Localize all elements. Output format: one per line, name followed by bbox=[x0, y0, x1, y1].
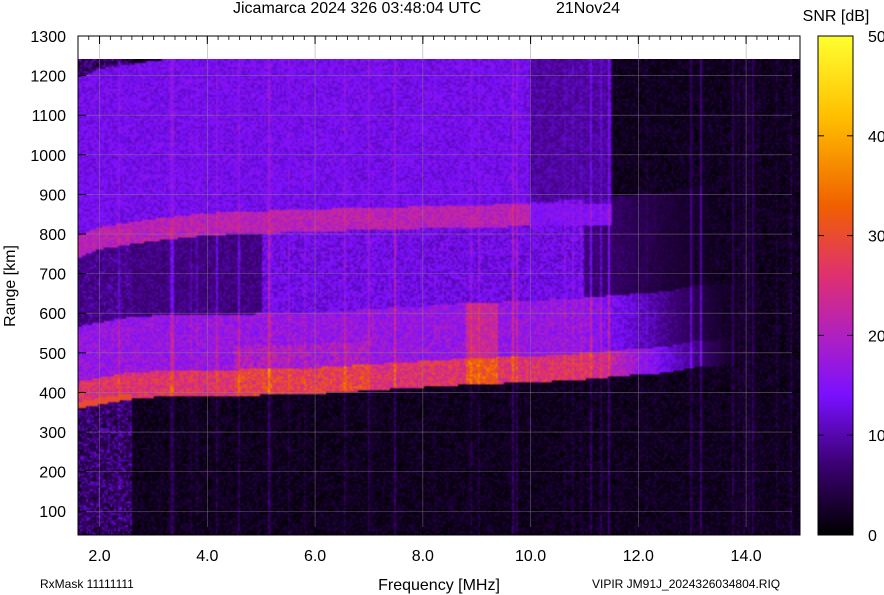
colorbar-tick-label: 30 bbox=[868, 229, 884, 246]
colorbar-tick-label: 50 bbox=[868, 29, 884, 46]
y-axis-ticks: 100 200 300 400 500 600 700 800 900 1000 1100 1200 1… bbox=[30, 29, 66, 521]
colorbar bbox=[817, 35, 854, 536]
y-tick-label: 1200 bbox=[30, 69, 66, 86]
y-tick-label: 400 bbox=[39, 385, 66, 402]
y-tick-label: 600 bbox=[39, 306, 66, 323]
y-tick-label: 700 bbox=[39, 267, 66, 284]
file-name: VIPIR JM91J_2024326034804.RIQ bbox=[592, 577, 780, 591]
chart-title: Jicamarca 2024 326 03:48:04 UTC bbox=[233, 0, 481, 17]
y-tick-label: 200 bbox=[39, 465, 66, 482]
colorbar-tick-label: 20 bbox=[868, 328, 884, 345]
y-tick-label: 300 bbox=[39, 425, 66, 442]
x-tick-label: 2.0 bbox=[88, 548, 110, 565]
colorbar-label: SNR [dB] bbox=[803, 8, 870, 25]
colorbar-tick-label: 10 bbox=[868, 428, 884, 445]
y-tick-label: 100 bbox=[39, 504, 66, 521]
y-tick-label: 1100 bbox=[32, 108, 67, 125]
y-tick-label: 1000 bbox=[30, 148, 66, 165]
y-tick-label: 1300 bbox=[30, 29, 66, 46]
chart-date: 21Nov24 bbox=[556, 0, 620, 17]
x-tick-label: 10.0 bbox=[515, 548, 546, 565]
x-tick-label: 4.0 bbox=[196, 548, 218, 565]
y-tick-label: 900 bbox=[39, 187, 66, 204]
x-tick-label: 14.0 bbox=[731, 548, 762, 565]
ionogram-figure: Jicamarca 2024 326 03:48:04 UTC 21Nov24 … bbox=[2, 0, 884, 594]
y-axis-label: Range [km] bbox=[2, 245, 19, 327]
colorbar-tick-label: 0 bbox=[868, 528, 877, 545]
rx-mask: RxMask 11111111 bbox=[40, 577, 134, 591]
colorbar-tick-label: 40 bbox=[868, 129, 884, 146]
x-tick-label: 12.0 bbox=[623, 548, 654, 565]
x-tick-label: 8.0 bbox=[412, 548, 434, 565]
y-tick-label: 500 bbox=[39, 346, 66, 363]
x-axis-ticks: 2.0 4.0 6.0 8.0 10.0 12.0 14.0 bbox=[88, 548, 761, 565]
snr-heatmap bbox=[78, 59, 800, 535]
y-tick-label: 800 bbox=[39, 227, 66, 244]
x-tick-label: 6.0 bbox=[304, 548, 326, 565]
x-axis-label: Frequency [MHz] bbox=[378, 577, 500, 594]
